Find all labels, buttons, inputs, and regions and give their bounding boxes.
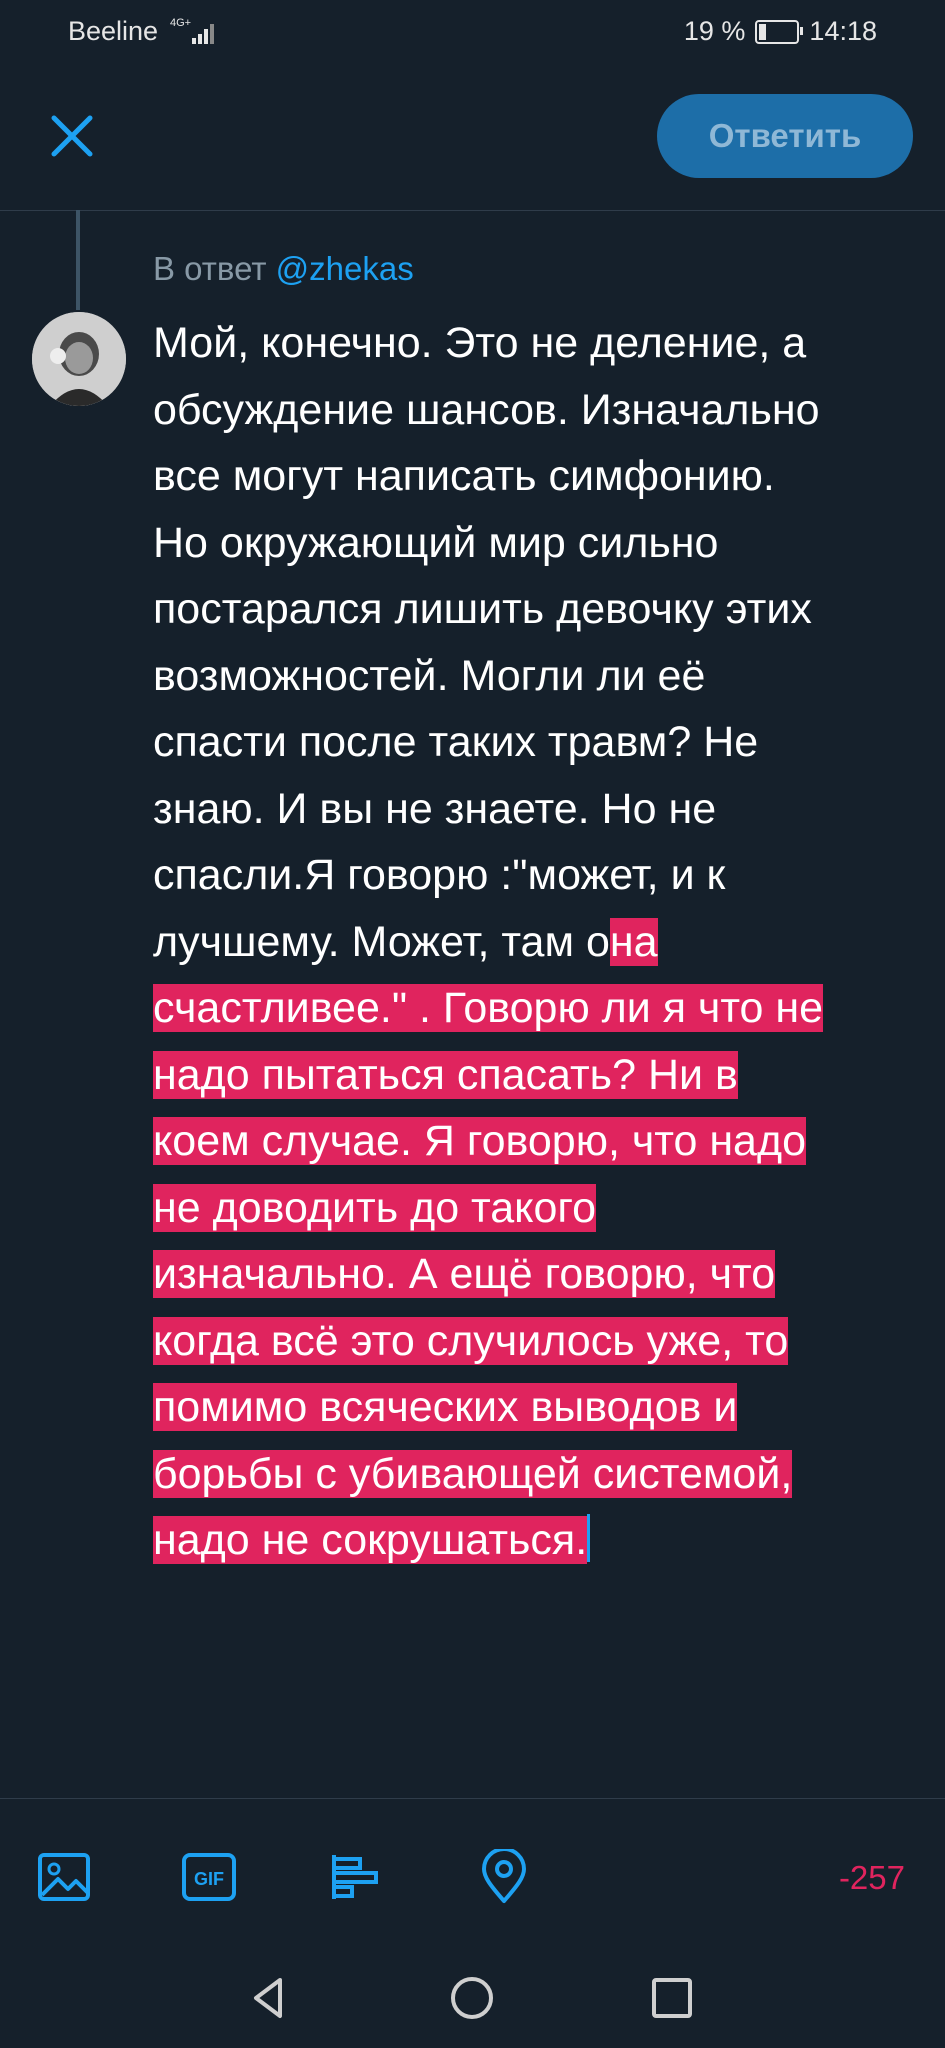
image-icon[interactable] [36,1849,92,1905]
reply-to-label: В ответ @zhekas [153,250,414,288]
thread-line [76,210,80,310]
network-label: 4G+ [170,17,191,29]
signal-icon: 4G+ [170,14,220,55]
battery-label: 19 % [683,16,746,46]
system-nav-bar [0,1946,945,2048]
poll-icon[interactable] [328,1849,384,1905]
recents-icon[interactable] [648,1974,696,2022]
reply-handle-link[interactable]: @zhekas [276,250,414,287]
avatar[interactable] [32,312,126,406]
battery-icon [755,19,804,44]
status-bar: Beeline 4G+ 19 % 14:18 [0,0,945,62]
compose-toolbar: GIF -257 [0,1798,945,1947]
back-icon[interactable] [246,1974,294,2022]
reply-prefix: В ответ [153,250,267,287]
tweet-text-selection: на счастливее." . Говорю ли я что не над… [153,917,824,1564]
close-icon[interactable] [44,108,100,164]
tweet-text-plain: Мой, конечно. Это не деление, а обсужден… [153,319,820,966]
tweet-text-input[interactable]: Мой, конечно. Это не деление, а обсужден… [153,310,913,1574]
reply-button[interactable]: Ответить [657,94,913,178]
status-right: 19 % 14:18 [684,16,877,47]
compose-header: Ответить [0,62,945,211]
clock: 14:18 [809,16,877,46]
location-icon[interactable] [476,1847,532,1905]
text-caret [587,1514,591,1562]
character-counter: -257 [838,1859,905,1896]
gif-icon[interactable]: GIF [181,1849,237,1905]
gif-label: GIF [194,1869,224,1889]
carrier-label: Beeline [68,16,159,46]
home-icon[interactable] [448,1974,496,2022]
